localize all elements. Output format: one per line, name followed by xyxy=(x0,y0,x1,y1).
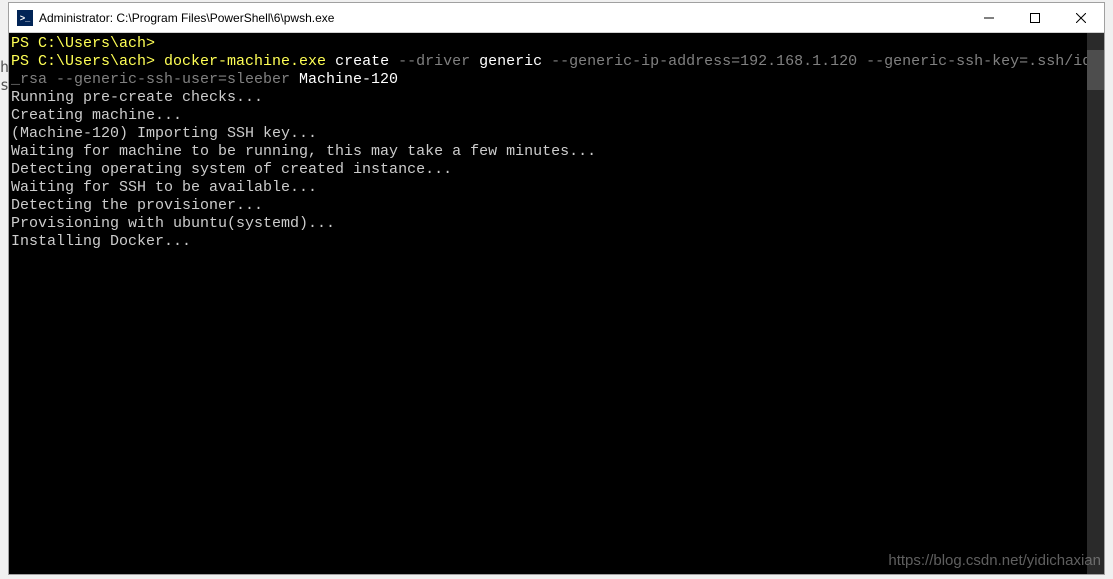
window-title: Administrator: C:\Program Files\PowerShe… xyxy=(39,11,966,25)
titlebar[interactable]: >_ Administrator: C:\Program Files\Power… xyxy=(9,3,1104,33)
window-controls xyxy=(966,3,1104,32)
powershell-window: >_ Administrator: C:\Program Files\Power… xyxy=(8,2,1105,575)
command-segment: generic xyxy=(479,53,551,70)
scrollbar[interactable] xyxy=(1087,33,1104,574)
output-text: Detecting operating system of created in… xyxy=(11,161,452,178)
output-text: Waiting for machine to be running, this … xyxy=(11,143,596,160)
command-segment: Machine-120 xyxy=(299,71,398,88)
terminal-line: Creating machine... xyxy=(11,107,1104,125)
powershell-icon: >_ xyxy=(17,10,33,26)
scrollbar-thumb[interactable] xyxy=(1087,50,1104,90)
terminal-line: Provisioning with ubuntu(systemd)... xyxy=(11,215,1104,233)
command-segment: docker-machine.exe xyxy=(164,53,326,70)
output-text: (Machine-120) Importing SSH key... xyxy=(11,125,317,142)
terminal-line: (Machine-120) Importing SSH key... xyxy=(11,125,1104,143)
output-text: Creating machine... xyxy=(11,107,182,124)
prompt: PS C:\Users\ach> xyxy=(11,35,155,52)
terminal-line: Waiting for machine to be running, this … xyxy=(11,143,1104,161)
terminal-line: _rsa --generic-ssh-user=sleeber Machine-… xyxy=(11,71,1104,89)
command-segment: create xyxy=(326,53,398,70)
terminal-line: Waiting for SSH to be available... xyxy=(11,179,1104,197)
close-button[interactable] xyxy=(1058,3,1104,32)
output-text: Waiting for SSH to be available... xyxy=(11,179,317,196)
output-text: Installing Docker... xyxy=(11,233,191,250)
command-segment: --generic-ip-address=192.168.1.120 --gen… xyxy=(551,53,1091,70)
output-text: Detecting the provisioner... xyxy=(11,197,263,214)
terminal-line: Detecting the provisioner... xyxy=(11,197,1104,215)
terminal-line: PS C:\Users\ach> docker-machine.exe crea… xyxy=(11,53,1104,71)
maximize-button[interactable] xyxy=(1012,3,1058,32)
terminal-line: Running pre-create checks... xyxy=(11,89,1104,107)
minimize-button[interactable] xyxy=(966,3,1012,32)
prompt: PS C:\Users\ach> xyxy=(11,53,164,70)
output-text: Running pre-create checks... xyxy=(11,89,263,106)
terminal-line: PS C:\Users\ach> xyxy=(11,35,1104,53)
command-segment: _rsa --generic-ssh-user=sleeber xyxy=(11,71,299,88)
terminal-area[interactable]: PS C:\Users\ach>PS C:\Users\ach> docker-… xyxy=(9,33,1104,574)
terminal-line: Installing Docker... xyxy=(11,233,1104,251)
output-text: Provisioning with ubuntu(systemd)... xyxy=(11,215,335,232)
terminal-line: Detecting operating system of created in… xyxy=(11,161,1104,179)
command-segment: --driver xyxy=(398,53,479,70)
